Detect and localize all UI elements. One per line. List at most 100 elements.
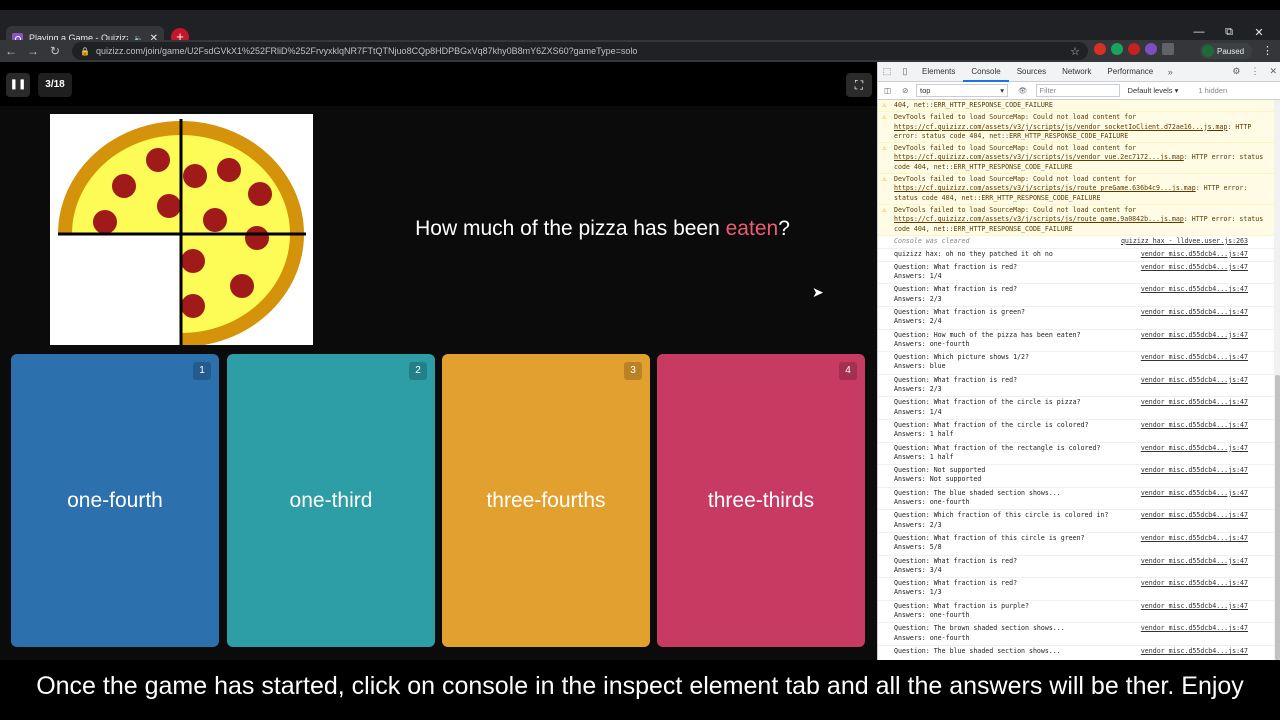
puzzle-extensions-icon[interactable] [1162, 43, 1174, 55]
question-image [50, 114, 313, 347]
devtools-tab-bar: ⬚ ▯ Elements Console Sources Network Per… [878, 62, 1280, 82]
devtools-menu-icon[interactable]: ⋮ [1250, 66, 1259, 77]
console-answer-entry: Question: The blue shaded section shows.… [878, 646, 1274, 660]
log-source-link[interactable]: vendor misc.d55dcb4...js:47 [1141, 421, 1248, 430]
console-answer-entry: Question: How much of the pizza has been… [878, 330, 1274, 353]
back-icon[interactable]: ← [0, 44, 22, 58]
answer-log-text: Answers: one-fourth [894, 610, 970, 619]
more-tabs-icon[interactable]: » [1161, 67, 1179, 77]
minimize-icon[interactable]: — [1184, 26, 1214, 39]
tab-elements[interactable]: Elements [914, 62, 963, 82]
restore-icon[interactable]: ⧉ [1214, 26, 1244, 39]
log-source-link[interactable]: vendor misc.d55dcb4...js:47 [1141, 353, 1248, 362]
log-source-link[interactable]: vendor misc.d55dcb4...js:47 [1141, 250, 1248, 259]
reload-icon[interactable]: ↻ [44, 44, 66, 58]
pause-button[interactable]: ❚❚ [6, 73, 30, 97]
context-selector[interactable]: top ▾ [916, 84, 1008, 97]
grammarly-extension-icon[interactable] [1111, 43, 1123, 55]
answer-log-text: Answers: 2/4 [894, 317, 942, 326]
console-warning: ⚠ DevTools failed to load SourceMap: Coul… [878, 112, 1274, 144]
log-source-link[interactable]: vendor misc.d55dcb4...js:47 [1141, 489, 1248, 498]
console-scrollbar[interactable] [1274, 100, 1280, 660]
settings-gear-icon[interactable]: ⚙ [1232, 66, 1240, 77]
log-source-link[interactable]: vendor misc.d55dcb4...js:47 [1141, 579, 1248, 588]
adblock-extension-icon[interactable] [1094, 43, 1106, 55]
log-source-link[interactable]: quizizz hax - lldvee.user.js:263 [1121, 237, 1248, 246]
option-number-badge: 2 [409, 362, 427, 380]
filter-input[interactable]: Filter [1035, 84, 1120, 97]
log-source-link[interactable]: vendor misc.d55dcb4...js:47 [1141, 308, 1248, 317]
address-bar-row: ← → ↻ 🔒 quizizz.com/join/game/U2FsdGVkX1… [0, 40, 1280, 62]
log-source-link[interactable]: vendor misc.d55dcb4...js:47 [1141, 624, 1248, 633]
log-text: quizizz hax: oh no they patched it oh no [894, 249, 1053, 258]
answer-log-text: Answers: 3/4 [894, 565, 942, 574]
inspect-element-icon[interactable]: ⬚ [878, 66, 896, 77]
option-label: one-fourth [67, 488, 163, 512]
console-answer-entry: Question: Which picture shows 1/2? Answe… [878, 352, 1274, 375]
eye-icon[interactable]: 👁 [1018, 86, 1028, 95]
answer-log-text: Answers: 1/4 [894, 272, 942, 281]
console-answer-entry: Question: What fraction is red? Answers:… [878, 375, 1274, 398]
answer-option-4[interactable]: 4 three-thirds [657, 354, 865, 647]
log-source-link[interactable]: vendor misc.d55dcb4...js:47 [1141, 376, 1248, 385]
clear-console-icon[interactable]: ⊘ [902, 86, 908, 95]
log-source-link[interactable]: vendor misc.d55dcb4...js:47 [1141, 263, 1248, 272]
tab-network[interactable]: Network [1054, 62, 1099, 82]
console-answer-entry: Question: What fraction is red? Answers:… [878, 556, 1274, 579]
scrollbar-thumb[interactable] [1275, 375, 1280, 660]
answer-option-2[interactable]: 2 one-third [227, 354, 435, 647]
sourcemap-link[interactable]: https://cf.quizizz.com/assets/v3/j/scrip… [894, 184, 1196, 192]
hidden-count: 1 hidden [1198, 86, 1228, 95]
profile-button[interactable]: Paused [1200, 43, 1252, 59]
log-source-link[interactable]: vendor misc.d55dcb4...js:47 [1141, 398, 1248, 407]
option-number-badge: 3 [624, 362, 642, 380]
warning-icon: ⚠ [882, 144, 887, 153]
console-answer-entry: Question: Which fraction of this circle … [878, 510, 1274, 533]
log-source-link[interactable]: vendor misc.d55dcb4...js:47 [1141, 511, 1248, 520]
answer-log-text: Answers: 5/8 [894, 543, 942, 552]
device-toolbar-icon[interactable]: ▯ [896, 66, 914, 77]
log-source-link[interactable]: vendor misc.d55dcb4...js:47 [1141, 534, 1248, 543]
video-caption: Once the game has started, click on cons… [36, 672, 1244, 700]
sourcemap-link[interactable]: https://cf.quizizz.com/assets/v3/j/scrip… [894, 153, 1184, 161]
log-levels-dropdown[interactable]: Default levels ▾ [1128, 86, 1179, 95]
log-source-link[interactable]: vendor misc.d55dcb4...js:47 [1141, 647, 1248, 656]
answer-option-3[interactable]: 3 three-fourths [442, 354, 650, 647]
log-source-link[interactable]: vendor misc.d55dcb4...js:47 [1141, 557, 1248, 566]
context-value: top [920, 86, 931, 95]
log-source-link[interactable]: vendor misc.d55dcb4...js:47 [1141, 285, 1248, 294]
console-log-line: quizizz hax: oh no they patched it oh no… [878, 249, 1274, 262]
answer-option-1[interactable]: 1 one-fourth [11, 354, 219, 647]
menu-kebab-icon[interactable]: ⋮ [1262, 44, 1273, 57]
extension-icon[interactable] [1145, 43, 1157, 55]
url-text[interactable]: quizizz.com/join/game/U2FsdGVkX1%252FRli… [96, 46, 637, 56]
answer-log-text: Answers: 1 half [894, 430, 954, 439]
console-warning: ⚠ DevTools failed to load SourceMap: Coul… [878, 174, 1274, 205]
lock-icon[interactable]: 🔒 [80, 47, 90, 56]
console-answer-entry: Question: What fraction is red? Answers:… [878, 284, 1274, 308]
quiz-game-area: ❚❚ 3/18 ⛶ How much of the pizza has been… [0, 62, 877, 660]
sidebar-toggle-icon[interactable]: ◫ [884, 86, 891, 95]
log-source-link[interactable]: vendor misc.d55dcb4...js:47 [1141, 444, 1248, 453]
ublock-extension-icon[interactable] [1128, 43, 1140, 55]
fullscreen-button[interactable]: ⛶ [846, 73, 872, 97]
window-controls: — ⧉ ✕ [1184, 26, 1274, 39]
console-answer-entry: Question: What fraction of this circle i… [878, 533, 1274, 556]
sourcemap-link[interactable]: https://cf.quizizz.com/assets/v3/j/scrip… [894, 123, 1227, 131]
tab-sources[interactable]: Sources [1009, 62, 1054, 82]
close-devtools-icon[interactable]: ✕ [1269, 66, 1277, 77]
bookmark-star-icon[interactable]: ☆ [1070, 45, 1080, 58]
forward-icon[interactable]: → [22, 44, 44, 58]
log-source-link[interactable]: vendor misc.d55dcb4...js:47 [1141, 602, 1248, 611]
sourcemap-link[interactable]: https://cf.quizizz.com/assets/v3/j/scrip… [894, 215, 1184, 223]
cleared-text: Console was cleared [894, 236, 970, 245]
log-source-link[interactable]: vendor misc.d55dcb4...js:47 [1141, 331, 1248, 340]
omnibox[interactable]: 🔒 quizizz.com/join/game/U2FsdGVkX1%252FR… [72, 42, 1088, 60]
console-warning: ⚠ 404, net::ERR_HTTP_RESPONSE_CODE_FAILUR… [878, 100, 1274, 113]
tab-performance[interactable]: Performance [1099, 62, 1161, 82]
console-output[interactable]: ⚠ 404, net::ERR_HTTP_RESPONSE_CODE_FAILUR… [878, 100, 1274, 660]
log-source-link[interactable]: vendor misc.d55dcb4...js:47 [1141, 466, 1248, 475]
close-window-icon[interactable]: ✕ [1244, 26, 1274, 39]
question-counter: 3/18 [38, 73, 72, 97]
tab-console[interactable]: Console [963, 62, 1009, 82]
